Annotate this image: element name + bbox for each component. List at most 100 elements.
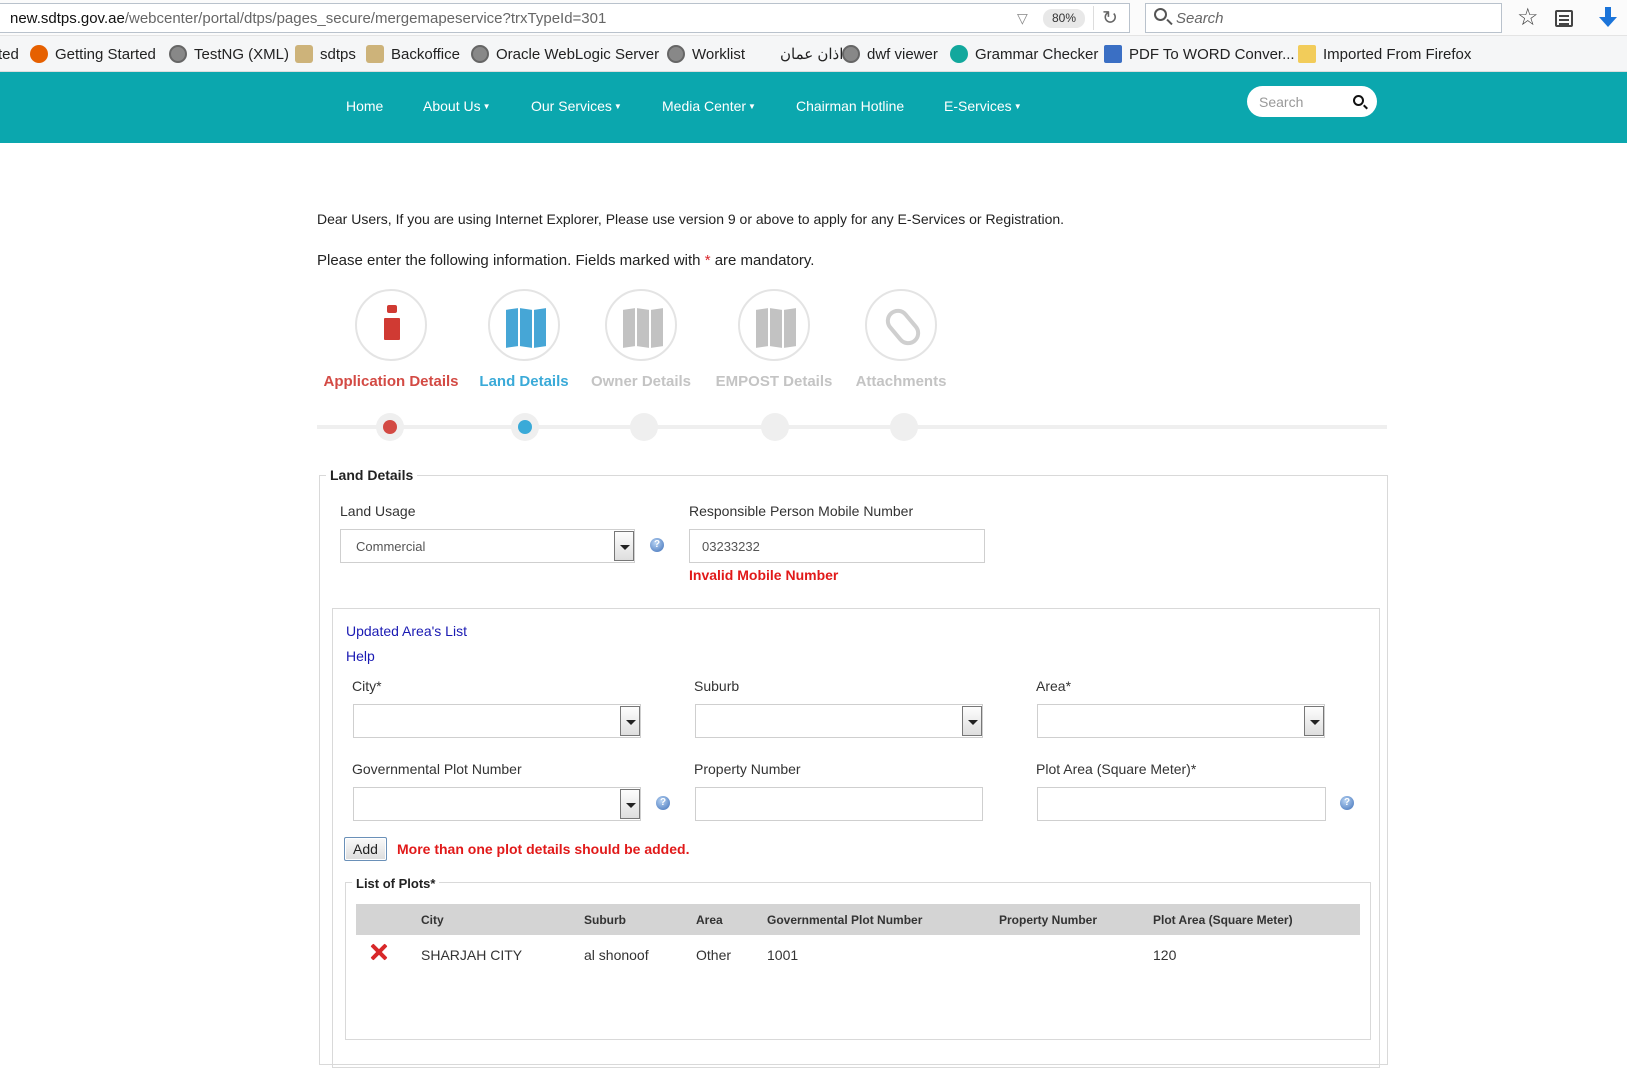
bookmark-label: sdtps xyxy=(320,46,356,63)
mobile-number-field[interactable]: 03233232 xyxy=(689,529,985,563)
nav-chairman-hotline[interactable]: Chairman Hotline xyxy=(796,98,904,114)
column-header: Plot Area (Square Meter) xyxy=(1153,913,1293,927)
bookmark-item[interactable]: dwf viewer xyxy=(842,45,938,65)
nav-label: Media Center xyxy=(662,98,747,114)
map-icon xyxy=(623,308,663,348)
property-number-label: Property Number xyxy=(694,761,801,777)
bookmark-label: Imported From Firefox xyxy=(1323,46,1472,63)
bookmark-item[interactable]: اذان عمان xyxy=(780,45,843,65)
chevron-down-icon[interactable] xyxy=(620,706,640,736)
bookmark-item[interactable]: Backoffice xyxy=(366,45,460,65)
url-text[interactable]: new.sdtps.gov.ae/webcenter/portal/dtps/p… xyxy=(10,10,606,27)
bookmark-item[interactable]: Oracle WebLogic Server xyxy=(471,45,659,65)
plot-area-field[interactable] xyxy=(1037,787,1326,821)
bookmark-item[interactable]: ted xyxy=(0,45,19,65)
globe-icon xyxy=(667,45,685,63)
chevron-down-icon[interactable] xyxy=(620,789,640,819)
step-label: Owner Details xyxy=(590,373,692,390)
nav-media-center[interactable]: Media Center ▼ xyxy=(662,98,756,114)
bookmark-item[interactable]: Imported From Firefox xyxy=(1298,45,1471,65)
mandatory-fields-instruction: Please enter the following information. … xyxy=(317,252,814,269)
nav-e-services[interactable]: E-Services ▼ xyxy=(944,98,1022,114)
step-attachments[interactable]: Attachments xyxy=(826,289,976,390)
globe-icon xyxy=(169,45,187,63)
mobile-number-value: 03233232 xyxy=(702,539,760,554)
chevron-down-icon[interactable] xyxy=(614,531,634,561)
reading-list-icon[interactable] xyxy=(1555,10,1573,27)
crest-icon xyxy=(295,45,313,63)
bookmark-item[interactable]: sdtps xyxy=(295,45,356,65)
progress-dot-attachments xyxy=(890,413,918,441)
bookmark-item[interactable]: PDF To WORD Conver... xyxy=(1104,45,1295,65)
search-icon[interactable] xyxy=(1353,95,1364,106)
reload-icon[interactable]: ↻ xyxy=(1102,7,1118,30)
bookmarks-bar: ted Getting Started TestNG (XML) sdtps B… xyxy=(0,36,1627,72)
url-separator xyxy=(1093,6,1094,30)
cell-suburb: al shonoof xyxy=(584,947,649,963)
zoom-level-badge[interactable]: 80% xyxy=(1043,9,1085,28)
grammar-icon xyxy=(950,45,968,63)
browser-search-box[interactable]: Search xyxy=(1145,3,1502,33)
site-search-placeholder: Search xyxy=(1259,94,1304,110)
bookmark-label: dwf viewer xyxy=(867,46,938,63)
cell-plot-area: 120 xyxy=(1153,947,1177,963)
chevron-down-icon[interactable] xyxy=(1304,706,1324,736)
bookmark-item[interactable]: Getting Started xyxy=(30,45,156,65)
suburb-select[interactable] xyxy=(695,704,983,738)
help-icon[interactable]: ? xyxy=(1340,796,1354,810)
site-search-input[interactable]: Search xyxy=(1247,86,1377,117)
bookmark-label: Grammar Checker xyxy=(975,46,1099,63)
nav-home[interactable]: Home xyxy=(346,98,383,114)
search-icon xyxy=(1154,8,1167,21)
download-icon[interactable] xyxy=(1598,7,1618,29)
step-circle xyxy=(355,289,427,361)
land-usage-value: Commercial xyxy=(356,539,426,554)
step-label: Application Details xyxy=(323,373,459,390)
nav-our-services[interactable]: Our Services ▼ xyxy=(531,98,622,114)
add-plot-button[interactable]: Add xyxy=(344,837,387,861)
plots-list-legend: List of Plots* xyxy=(352,876,440,891)
area-label: Area* xyxy=(1036,678,1072,694)
help-icon[interactable]: ? xyxy=(656,796,670,810)
gov-plot-number-select[interactable] xyxy=(353,787,641,821)
map-icon xyxy=(756,308,796,348)
property-number-field[interactable] xyxy=(695,787,983,821)
column-header: Suburb xyxy=(584,913,626,927)
column-header: City xyxy=(421,913,444,927)
bookmark-item[interactable]: TestNG (XML) xyxy=(169,45,289,65)
url-bar[interactable]: new.sdtps.gov.ae/webcenter/portal/dtps/p… xyxy=(0,3,1130,33)
nav-label: E-Services xyxy=(944,98,1012,114)
step-application-details[interactable]: Application Details xyxy=(316,289,466,390)
caret-down-icon: ▼ xyxy=(1013,102,1022,111)
bookmark-label: Worklist xyxy=(692,46,746,63)
nav-about-us[interactable]: About Us ▼ xyxy=(423,98,491,114)
paperclip-icon xyxy=(880,303,926,351)
land-usage-select[interactable]: Commercial xyxy=(340,529,635,563)
updated-areas-link[interactable]: Updated Area's List xyxy=(346,623,467,639)
bookmark-item[interactable]: Worklist xyxy=(667,45,745,65)
column-header: Property Number xyxy=(999,913,1098,927)
caret-down-icon: ▼ xyxy=(748,102,756,111)
progress-track xyxy=(317,425,1387,429)
delete-icon[interactable] xyxy=(370,943,388,961)
bookmark-label: TestNG (XML) xyxy=(194,46,290,63)
site-navbar: Home About Us ▼ Our Services ▼ Media Cente… xyxy=(0,72,1627,143)
bookmark-item[interactable]: Grammar Checker xyxy=(950,45,1098,65)
chevron-down-icon[interactable] xyxy=(962,706,982,736)
progress-dot-application xyxy=(376,413,404,441)
land-details-legend: Land Details xyxy=(326,467,418,483)
progress-dot-owner xyxy=(630,413,658,441)
help-link[interactable]: Help xyxy=(346,648,375,664)
step-owner-details[interactable]: Owner Details xyxy=(566,289,716,390)
area-select[interactable] xyxy=(1037,704,1325,738)
city-select[interactable] xyxy=(353,704,641,738)
plots-table-header: City Suburb Area Governmental Plot Numbe… xyxy=(356,904,1360,935)
column-header: Area xyxy=(696,913,723,927)
step-circle xyxy=(738,289,810,361)
url-history-dropdown-icon[interactable]: ▽ xyxy=(1017,10,1028,27)
bookmark-star-icon[interactable]: ☆ xyxy=(1517,3,1539,32)
step-circle xyxy=(865,289,937,361)
nav-label: About Us xyxy=(423,98,481,114)
globe-icon xyxy=(471,45,489,63)
help-icon[interactable]: ? xyxy=(650,538,664,552)
